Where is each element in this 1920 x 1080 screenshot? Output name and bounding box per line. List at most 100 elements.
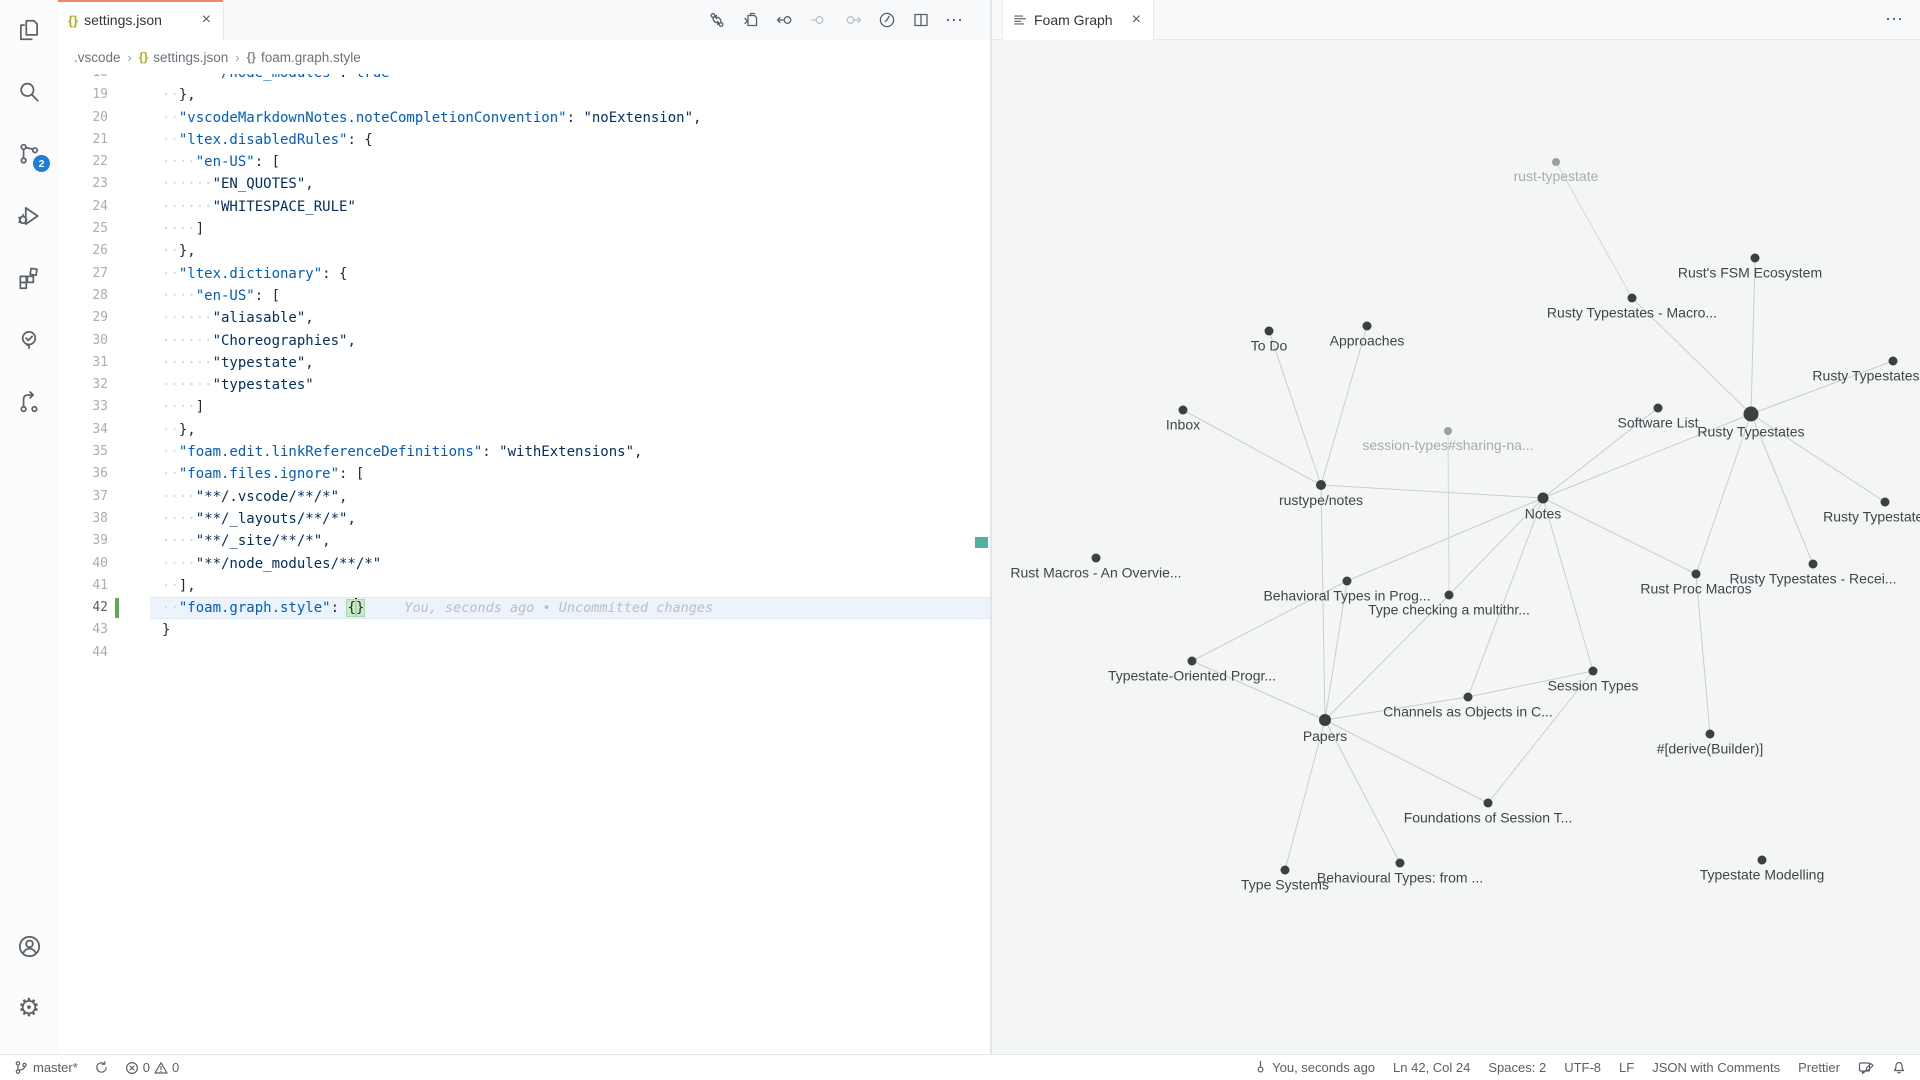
graph-node-rusty-typestates-ne[interactable] bbox=[1889, 357, 1898, 366]
graph-node-papers[interactable] bbox=[1319, 714, 1331, 726]
graph-node-notes[interactable] bbox=[1538, 493, 1549, 504]
code-line[interactable]: 19··}, bbox=[58, 84, 990, 106]
graph-node-rust-typestate[interactable] bbox=[1552, 158, 1560, 166]
code-line[interactable]: 27··"ltex.dictionary": { bbox=[58, 263, 990, 285]
account-icon bbox=[16, 933, 43, 960]
code-line[interactable]: 22····"en-US": [ bbox=[58, 151, 990, 173]
settings-button[interactable]: ⚙ bbox=[0, 984, 58, 1032]
close-tab-icon[interactable]: × bbox=[200, 11, 213, 29]
graph-node-behavioural-types-from[interactable] bbox=[1396, 859, 1405, 868]
sidebar-item-run-debug[interactable] bbox=[0, 192, 58, 240]
graph-node-typestate-oriented[interactable] bbox=[1188, 657, 1197, 666]
graph-node-rust-macros-overview[interactable] bbox=[1092, 554, 1101, 563]
code-line[interactable]: 40····"**/node_modules/**/*" bbox=[58, 553, 990, 575]
close-panel-icon[interactable]: × bbox=[1130, 11, 1143, 29]
graph-node-rusty-typestates-macro[interactable] bbox=[1628, 294, 1637, 303]
language-mode-status[interactable]: JSON with Comments bbox=[1652, 1060, 1780, 1075]
code-editor[interactable]: 18····"**/node_modules": true19··},20··"… bbox=[58, 74, 990, 1054]
sidebar-item-extensions[interactable] bbox=[0, 254, 58, 302]
code-line[interactable]: 31······"typestate", bbox=[58, 352, 990, 374]
code-line[interactable]: 37····"**/.vscode/**/*", bbox=[58, 486, 990, 508]
notifications-button[interactable] bbox=[1892, 1060, 1906, 1075]
cursor-position-status[interactable]: Ln 42, Col 24 bbox=[1393, 1060, 1470, 1075]
panel-more-actions-icon[interactable]: ⋯ bbox=[1885, 0, 1920, 39]
code-line[interactable]: 44 bbox=[58, 642, 990, 664]
accounts-button[interactable] bbox=[0, 922, 58, 970]
code-line[interactable]: 43} bbox=[58, 619, 990, 641]
code-line[interactable]: 28····"en-US": [ bbox=[58, 285, 990, 307]
graph-node-rusty-typestates[interactable] bbox=[1744, 407, 1759, 422]
sidebar-item-source-control[interactable]: 2 bbox=[0, 130, 58, 178]
sidebar-item-explorer[interactable] bbox=[0, 6, 58, 54]
indentation-status[interactable]: Spaces: 2 bbox=[1488, 1060, 1546, 1075]
graph-node-foundations-session[interactable] bbox=[1484, 799, 1493, 808]
graph-node-session-types-sharing[interactable] bbox=[1444, 427, 1452, 435]
more-actions-icon[interactable]: ⋯ bbox=[945, 10, 964, 31]
code-line[interactable]: 29······"aliasable", bbox=[58, 307, 990, 329]
code-line-text: ··"foam.graph.style": {}You, seconds ago… bbox=[162, 597, 713, 619]
compare-changes-icon[interactable] bbox=[707, 11, 726, 30]
sidebar-item-testing-tree[interactable] bbox=[0, 316, 58, 364]
code-line[interactable]: 41··], bbox=[58, 575, 990, 597]
graph-node-rusty-typestates-e[interactable] bbox=[1881, 498, 1890, 507]
code-line[interactable]: 24······"WHITESPACE_RULE" bbox=[58, 196, 990, 218]
code-line-text: ··"foam.edit.linkReferenceDefinitions": … bbox=[162, 441, 642, 463]
feedback-button[interactable] bbox=[1858, 1061, 1874, 1075]
graph-node-to-do[interactable] bbox=[1265, 327, 1274, 336]
tab-settings-json[interactable]: {} settings.json × bbox=[58, 0, 224, 40]
graph-node-rust-proc-macros[interactable] bbox=[1692, 570, 1701, 579]
sidebar-item-search[interactable] bbox=[0, 68, 58, 116]
code-line[interactable]: 21··"ltex.disabledRules": { bbox=[58, 129, 990, 151]
previous-change-icon[interactable] bbox=[775, 11, 794, 30]
active-tab-accent bbox=[58, 0, 223, 2]
breadcrumb-item-settings-json[interactable]: {} settings.json bbox=[139, 50, 228, 65]
code-line[interactable]: 35··"foam.edit.linkReferenceDefinitions"… bbox=[58, 441, 990, 463]
problems-status[interactable]: 0 0 bbox=[125, 1060, 179, 1075]
breadcrumb-item-foam-graph-style[interactable]: {} foam.graph.style bbox=[247, 50, 361, 65]
sync-button[interactable] bbox=[94, 1060, 109, 1075]
graph-node-session-types[interactable] bbox=[1589, 667, 1598, 676]
graph-node-label: Foundations of Session T... bbox=[1404, 810, 1573, 826]
graph-node-rusty-typestates-recei[interactable] bbox=[1809, 560, 1818, 569]
code-line[interactable]: 32······"typestates" bbox=[58, 374, 990, 396]
code-line[interactable]: 20··"vscodeMarkdownNotes.noteCompletionC… bbox=[58, 107, 990, 129]
graph-node-approaches[interactable] bbox=[1363, 322, 1372, 331]
timeline-icon[interactable] bbox=[877, 11, 896, 30]
graph-node-rusts-fsm-ecosystem[interactable] bbox=[1751, 254, 1760, 263]
code-line[interactable]: 36··"foam.files.ignore": [ bbox=[58, 463, 990, 485]
graph-node-type-checking-multithr[interactable] bbox=[1445, 591, 1454, 600]
editor-tab-bar: {} settings.json × bbox=[58, 0, 990, 40]
current-change-icon[interactable] bbox=[809, 11, 828, 30]
code-line[interactable]: 39····"**/_site/**/*", bbox=[58, 530, 990, 552]
graph-node-type-systems[interactable] bbox=[1281, 866, 1290, 875]
graph-node-rustype-notes[interactable] bbox=[1316, 480, 1326, 490]
graph-node-inbox[interactable] bbox=[1179, 406, 1188, 415]
code-line[interactable]: 25····] bbox=[58, 218, 990, 240]
blame-status[interactable]: You, seconds ago bbox=[1254, 1060, 1375, 1075]
open-changes-icon[interactable] bbox=[741, 11, 760, 30]
code-line[interactable]: 23······"EN_QUOTES", bbox=[58, 173, 990, 195]
code-line[interactable]: 34··}, bbox=[58, 419, 990, 441]
code-line[interactable]: 18····"**/node_modules": true bbox=[58, 74, 990, 84]
graph-node-channels-objects[interactable] bbox=[1464, 693, 1473, 702]
code-line[interactable]: 33····] bbox=[58, 396, 990, 418]
graph-node-behavioral-types-prog[interactable] bbox=[1343, 577, 1352, 586]
tab-foam-graph[interactable]: Foam Graph × bbox=[1002, 0, 1154, 40]
graph-node-derive-builder[interactable] bbox=[1706, 730, 1715, 739]
sidebar-item-gitlens[interactable] bbox=[0, 378, 58, 426]
code-line-text: ····] bbox=[162, 218, 204, 240]
formatter-status[interactable]: Prettier bbox=[1798, 1060, 1840, 1075]
encoding-status[interactable]: UTF-8 bbox=[1564, 1060, 1601, 1075]
breadcrumb-item-vscode[interactable]: .vscode bbox=[74, 50, 121, 65]
graph-canvas[interactable]: rust-typestateRust's FSM EcosystemRusty … bbox=[992, 40, 1920, 1054]
split-editor-icon[interactable] bbox=[911, 11, 930, 30]
branch-status[interactable]: master* bbox=[14, 1060, 78, 1075]
graph-node-typestate-modelling[interactable] bbox=[1758, 856, 1767, 865]
code-line[interactable]: 26··}, bbox=[58, 240, 990, 262]
code-line[interactable]: 30······"Choreographies", bbox=[58, 330, 990, 352]
next-change-icon[interactable] bbox=[843, 11, 862, 30]
graph-node-software-list[interactable] bbox=[1654, 404, 1663, 413]
code-line[interactable]: 38····"**/_layouts/**/*", bbox=[58, 508, 990, 530]
eol-status[interactable]: LF bbox=[1619, 1060, 1634, 1075]
code-line[interactable]: 42··"foam.graph.style": {}You, seconds a… bbox=[58, 597, 990, 619]
